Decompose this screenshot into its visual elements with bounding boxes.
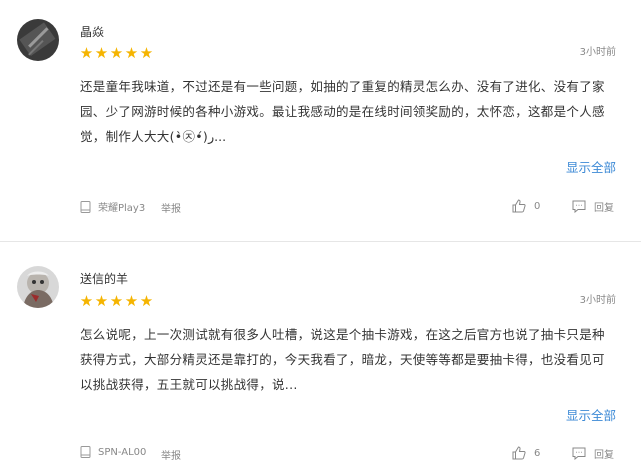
- show-all-link[interactable]: 显示全部: [566, 157, 616, 176]
- reply-button[interactable]: 回复: [572, 199, 614, 214]
- avatar[interactable]: [17, 266, 59, 308]
- star-icon: ★: [124, 44, 139, 62]
- review-card: 送信的羊 ★ ★ ★ ★ ★ 3小时前 怎么说呢，上一次测试就有很多人吐槽，说这是个抽卡…: [0, 242, 641, 475]
- star-icon: ★: [124, 292, 139, 310]
- device-name: SPN-AL00: [98, 446, 147, 458]
- like-count: 0: [534, 200, 541, 212]
- review-footer: 荣耀Play3 举报 0 回复: [80, 199, 616, 215]
- phone-icon: [80, 446, 91, 458]
- thumbs-up-icon: [512, 446, 526, 460]
- star-rating: ★ ★ ★ ★ ★: [79, 45, 154, 61]
- device-info: 荣耀Play3: [80, 199, 145, 214]
- like-button[interactable]: 0: [512, 199, 540, 213]
- username[interactable]: 送信的羊: [80, 270, 128, 287]
- review-card: 晶焱 ★ ★ ★ ★ ★ 3小时前 还是童年我味道，不过还是有一些问题，如抽的了重复的精…: [0, 0, 641, 241]
- report-button[interactable]: 举报: [161, 447, 181, 462]
- star-icon: ★: [139, 44, 154, 62]
- timestamp: 3小时前: [579, 47, 616, 58]
- comment-icon: [572, 447, 586, 460]
- star-icon: ★: [94, 44, 109, 62]
- avatar[interactable]: [17, 19, 59, 61]
- review-content: 怎么说呢，上一次测试就有很多人吐槽，说这是个抽卡游戏，在这之后官方也说了抽卡只是…: [80, 327, 605, 392]
- star-rating: ★ ★ ★ ★ ★: [79, 293, 154, 309]
- device-info: SPN-AL00: [80, 446, 146, 458]
- thumbs-up-icon: [512, 199, 526, 213]
- show-all-link[interactable]: 显示全部: [566, 405, 616, 424]
- timestamp: 3小时前: [579, 295, 616, 306]
- star-icon: ★: [94, 292, 109, 310]
- star-icon: ★: [79, 44, 94, 62]
- reply-label: 回复: [594, 203, 614, 214]
- review-content: 还是童年我味道，不过还是有一些问题，如抽的了重复的精灵怎么办、没有了进化、没有了…: [80, 79, 605, 144]
- star-icon: ★: [139, 292, 154, 310]
- phone-icon: [80, 200, 91, 213]
- review-footer: SPN-AL00 举报 6 回复: [80, 446, 616, 462]
- reply-button[interactable]: 回复: [572, 446, 614, 461]
- like-count: 6: [534, 447, 541, 459]
- star-icon: ★: [79, 292, 94, 310]
- star-icon: ★: [109, 44, 124, 62]
- device-name: 荣耀Play3: [98, 203, 146, 214]
- comment-icon: [572, 200, 586, 213]
- username[interactable]: 晶焱: [80, 23, 104, 40]
- reply-label: 回复: [594, 450, 614, 461]
- like-button[interactable]: 6: [512, 446, 540, 460]
- report-button[interactable]: 举报: [161, 200, 181, 215]
- star-icon: ★: [109, 292, 124, 310]
